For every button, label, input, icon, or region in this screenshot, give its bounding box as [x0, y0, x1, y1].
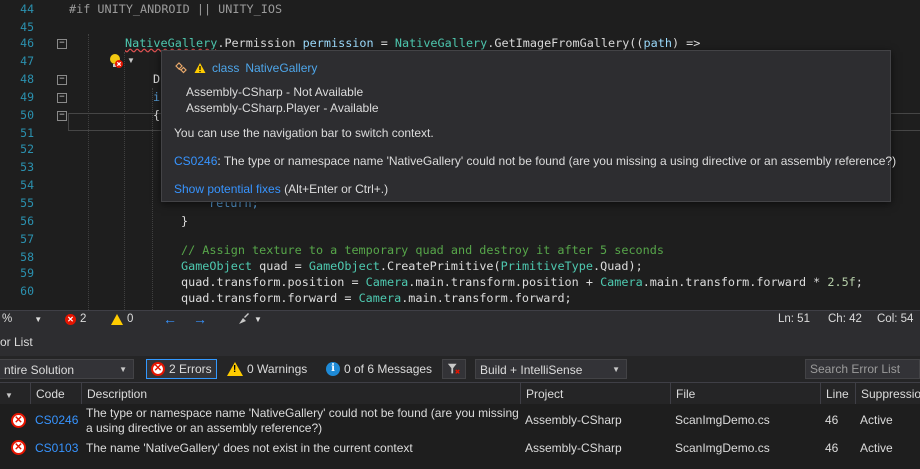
class-icon	[175, 62, 187, 74]
chevron-down-icon[interactable]: ▼	[127, 56, 135, 65]
info-icon: i	[326, 362, 340, 376]
row-project: Assembly-CSharp	[525, 441, 622, 455]
tooltip-fixes: Show potential fixes (Alt+Enter or Ctrl+…	[174, 182, 389, 196]
indent-guide	[124, 52, 125, 310]
editor-status-bar: % ▼ ✕ 2 0 ← → ▼ Ln: 51 Ch: 42 Col: 54	[0, 310, 920, 330]
row-description-line2: a using directive or an assembly referen…	[86, 421, 323, 435]
brush-icon[interactable]: ▼	[236, 312, 262, 326]
row-code[interactable]: CS0246	[35, 413, 78, 427]
scope-combo[interactable]: ntire Solution ▼	[0, 359, 134, 379]
error-icon: ✕	[11, 440, 26, 455]
line-number: 49	[20, 90, 34, 104]
char-indicator: Ch: 42	[828, 313, 862, 325]
table-row[interactable]: ✕ CS0103 The name 'NativeGallery' does n…	[0, 437, 920, 459]
fold-toggle-48[interactable]: −	[57, 75, 67, 85]
lightbulb-error-icon[interactable]	[109, 53, 123, 69]
warning-icon	[111, 313, 123, 325]
row-suppression: Active	[860, 441, 893, 455]
error-icon: ✕	[11, 413, 26, 428]
line-number: 54	[20, 178, 34, 192]
error-icon: ✕	[151, 362, 165, 376]
error-count[interactable]: ✕ 2	[65, 313, 86, 325]
row-description-line1: The type or namespace name 'NativeGaller…	[86, 406, 519, 420]
search-error-list-input[interactable]: Search Error List	[805, 359, 920, 379]
line-number: 44	[20, 2, 34, 16]
row-file: ScanImgDemo.cs	[675, 413, 770, 427]
row-project: Assembly-CSharp	[525, 413, 622, 427]
row-description-line1: The name 'NativeGallery' does not exist …	[86, 441, 413, 455]
line-number: 60	[20, 284, 34, 298]
row-line: 46	[825, 441, 839, 455]
error-list-title: or List	[0, 335, 33, 349]
warning-count[interactable]: 0	[111, 313, 133, 325]
tooltip-class-name: NativeGallery	[245, 61, 318, 75]
row-line: 46	[825, 413, 839, 427]
header-suppression[interactable]: Suppression	[855, 383, 920, 405]
build-source-combo[interactable]: Build + IntelliSense ▼	[475, 359, 627, 379]
line-number: 47	[20, 54, 34, 68]
warning-icon: !	[227, 362, 243, 376]
line-number: 57	[20, 232, 34, 246]
tooltip-header: class NativeGallery	[174, 60, 317, 76]
header-file[interactable]: File	[670, 383, 820, 405]
table-row[interactable]: ✕ CS0246 The type or namespace name 'Nat…	[0, 404, 920, 437]
code-line-44: #if UNITY_ANDROID || UNITY_IOS	[69, 2, 283, 16]
fold-toggle-49[interactable]: −	[57, 93, 67, 103]
filter-icon[interactable]	[442, 359, 466, 379]
line-indicator: Ln: 51	[778, 313, 810, 325]
row-suppression: Active	[860, 413, 893, 427]
messages-filter-button[interactable]: i0 of 6 Messages	[322, 359, 436, 379]
context-line-2: Assembly-CSharp.Player - Available	[186, 101, 379, 115]
chevron-down-icon: ▼	[612, 365, 620, 374]
header-line[interactable]: Line	[820, 383, 855, 405]
header-icon-col[interactable]: ▼	[0, 383, 30, 405]
col-indicator: Col: 54	[877, 313, 914, 325]
header-description[interactable]: Description	[81, 383, 520, 405]
fold-toggle-46[interactable]: −	[57, 39, 67, 49]
arrow-left-icon[interactable]: ←	[163, 311, 177, 327]
code-line-56: }	[181, 214, 189, 228]
code-editor[interactable]: 44 45 46 47 48 49 50 51 52 53 54 55 56 57 58 59 60 − − −…	[0, 0, 920, 310]
quick-info-tooltip: class NativeGallery Assembly-CSharp - No…	[161, 50, 896, 202]
header-code[interactable]: Code	[30, 383, 81, 405]
code-line-49: i	[153, 90, 161, 104]
indent-guide	[88, 34, 89, 310]
line-number: 53	[20, 160, 34, 174]
zoom-combo[interactable]: % ▼	[2, 313, 42, 325]
errors-filter-button[interactable]: ✕ 2 Errors	[146, 359, 217, 379]
error-list-header: ▼ Code Description Project File Line Sup…	[0, 382, 920, 406]
tooltip-error: CS0246: The type or namespace name 'Nati…	[174, 154, 897, 168]
line-number: 56	[20, 214, 34, 228]
header-project[interactable]: Project	[520, 383, 670, 405]
warnings-filter-button[interactable]: ! 0 Warnings	[223, 359, 311, 379]
nav-hint: You can use the navigation bar to switch…	[174, 126, 434, 140]
error-list-title-bar: or List	[0, 329, 920, 356]
error-list-toolbar: ntire Solution ▼ ✕ 2 Errors ! 0 Warnings i0…	[0, 356, 920, 382]
line-number: 50	[20, 108, 34, 122]
tooltip-class-keyword: class	[212, 61, 240, 75]
line-number: 52	[20, 142, 34, 156]
line-number: 55	[20, 196, 34, 210]
chevron-down-icon: ▼	[119, 365, 127, 374]
code-line-61: quad.transform.forward = Camera.main.tra…	[181, 291, 572, 305]
error-code-link[interactable]: CS0246	[174, 154, 217, 168]
fold-toggle-50[interactable]: −	[57, 111, 67, 121]
line-number: 46	[20, 36, 34, 50]
row-file: ScanImgDemo.cs	[675, 441, 770, 455]
arrow-right-icon[interactable]: →	[193, 311, 207, 327]
code-line-48: D	[153, 72, 161, 86]
error-icon: ✕	[65, 313, 76, 325]
warning-icon	[194, 63, 206, 73]
line-number: 48	[20, 72, 34, 86]
code-line-50: {	[153, 108, 161, 122]
row-code[interactable]: CS0103	[35, 441, 78, 455]
line-number: 59	[20, 266, 34, 280]
show-potential-fixes-link[interactable]: Show potential fixes	[174, 182, 281, 196]
context-line-1: Assembly-CSharp - Not Available	[186, 85, 364, 99]
